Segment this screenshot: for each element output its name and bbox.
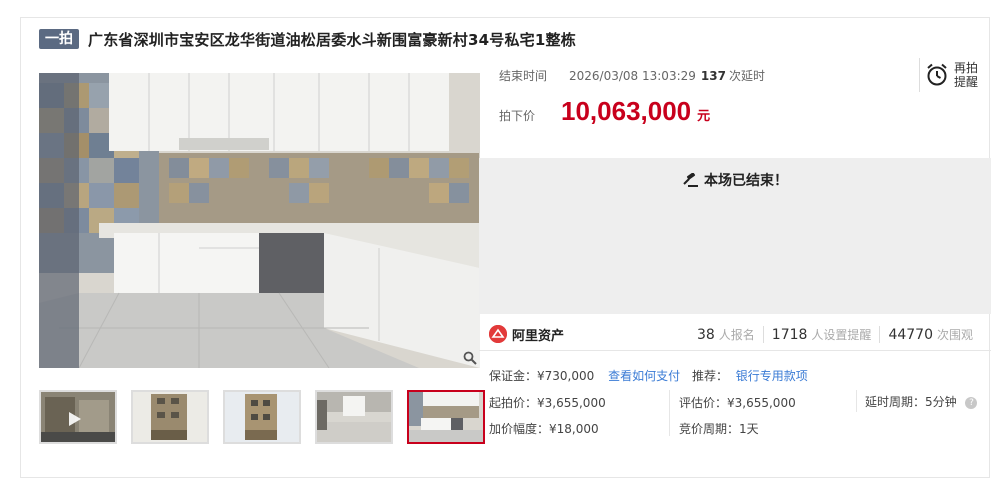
platform-stats-row: 阿里资产 38 人报名 1718 人设置提醒 44770 次围观	[479, 318, 991, 351]
delay-suffix: 次延时	[728, 69, 765, 83]
remind-label: 再拍提醒	[954, 61, 979, 89]
platform-brand[interactable]: 阿里资产	[489, 325, 564, 344]
thumbnail-image	[133, 392, 207, 442]
thumbnail-strip	[39, 390, 485, 444]
thumbnail-image	[409, 392, 483, 442]
price-unit: 元	[697, 109, 711, 124]
bank-loan-link[interactable]: 银行专用款项	[736, 369, 808, 383]
reminder-label: 人设置提醒	[811, 328, 872, 342]
ali-asset-logo-icon	[489, 325, 507, 343]
delay-count: 137	[700, 68, 726, 83]
thumbnail[interactable]	[315, 390, 393, 444]
thumbnail-image	[41, 392, 115, 442]
divider	[669, 390, 670, 436]
main-photo[interactable]	[39, 73, 480, 368]
view-label: 次围观	[936, 328, 973, 342]
auction-ended-message: 本场已结束！	[479, 170, 991, 190]
title-row: 一拍 广东省深圳市宝安区龙华街道油松居委水斗新围富豪新村34号私宅1整栋	[39, 28, 576, 50]
final-price-label: 拍下价	[499, 109, 536, 123]
auction-round-tag: 一拍	[39, 29, 79, 49]
thumbnail[interactable]	[39, 390, 117, 444]
signup-label: 人报名	[718, 328, 755, 342]
auction-status-box: 本场已结束！	[479, 158, 991, 314]
thumbnail-active[interactable]	[407, 390, 485, 444]
help-icon[interactable]: ?	[965, 396, 978, 409]
thumbnail-image	[317, 392, 391, 442]
alarm-clock-icon	[927, 63, 947, 86]
reminder-count: 1718 人设置提醒	[762, 326, 880, 343]
property-title: 广东省深圳市宝安区龙华街道油松居委水斗新围富豪新村34号私宅1整栋	[88, 30, 576, 49]
kitchen-photo	[39, 73, 480, 368]
ended-text: 本场已结束！	[704, 173, 788, 189]
bid-period: 竞价周期：1天	[679, 422, 759, 436]
deposit: 保证金：¥730,000	[489, 369, 595, 383]
end-time-value: 2026/03/08 13:03:29	[569, 68, 696, 83]
remind-button[interactable]: 再拍提醒	[919, 58, 989, 92]
start-price: 起拍价：¥3,655,000	[489, 396, 606, 410]
view-count: 44770 次围观	[879, 326, 981, 343]
end-time-row: 结束时间 2026/03/08 13:03:29 137 次延时	[499, 67, 765, 84]
magnifier-icon	[463, 351, 477, 365]
zoom-button[interactable]	[460, 348, 480, 368]
thumbnail[interactable]	[131, 390, 209, 444]
thumbnail-image	[225, 392, 299, 442]
thumbnail[interactable]	[223, 390, 301, 444]
end-time-label: 结束时间	[499, 69, 548, 83]
final-price-value: 10,063,000	[561, 96, 692, 126]
platform-name: 阿里资产	[512, 328, 565, 344]
auction-card: 一拍 广东省深圳市宝安区龙华街道油松居委水斗新围富豪新村34号私宅1整栋 结束时…	[20, 17, 991, 478]
how-to-pay-link[interactable]: 查看如何支付	[608, 369, 680, 383]
signup-number: 38	[696, 327, 715, 343]
deposit-row: 保证金：¥730,000 查看如何支付 推荐： 银行专用款项	[489, 367, 808, 384]
recommend-label: 推荐：	[691, 369, 728, 383]
gavel-icon	[683, 173, 698, 187]
view-number: 44770	[888, 327, 933, 343]
delay-period: 延时周期：5分钟	[865, 395, 957, 409]
reminder-number: 1718	[771, 327, 808, 343]
delay-period-row: 延时周期：5分钟 ?	[865, 393, 978, 410]
signup-count: 38 人报名	[689, 326, 763, 343]
increment: 加价幅度：¥18,000	[489, 422, 599, 436]
divider	[856, 390, 857, 412]
final-price-row: 拍下价 10,063,000 元	[499, 96, 710, 127]
stats-group: 38 人报名 1718 人设置提醒 44770 次围观	[689, 318, 981, 351]
appraise-price: 评估价：¥3,655,000	[679, 396, 796, 410]
